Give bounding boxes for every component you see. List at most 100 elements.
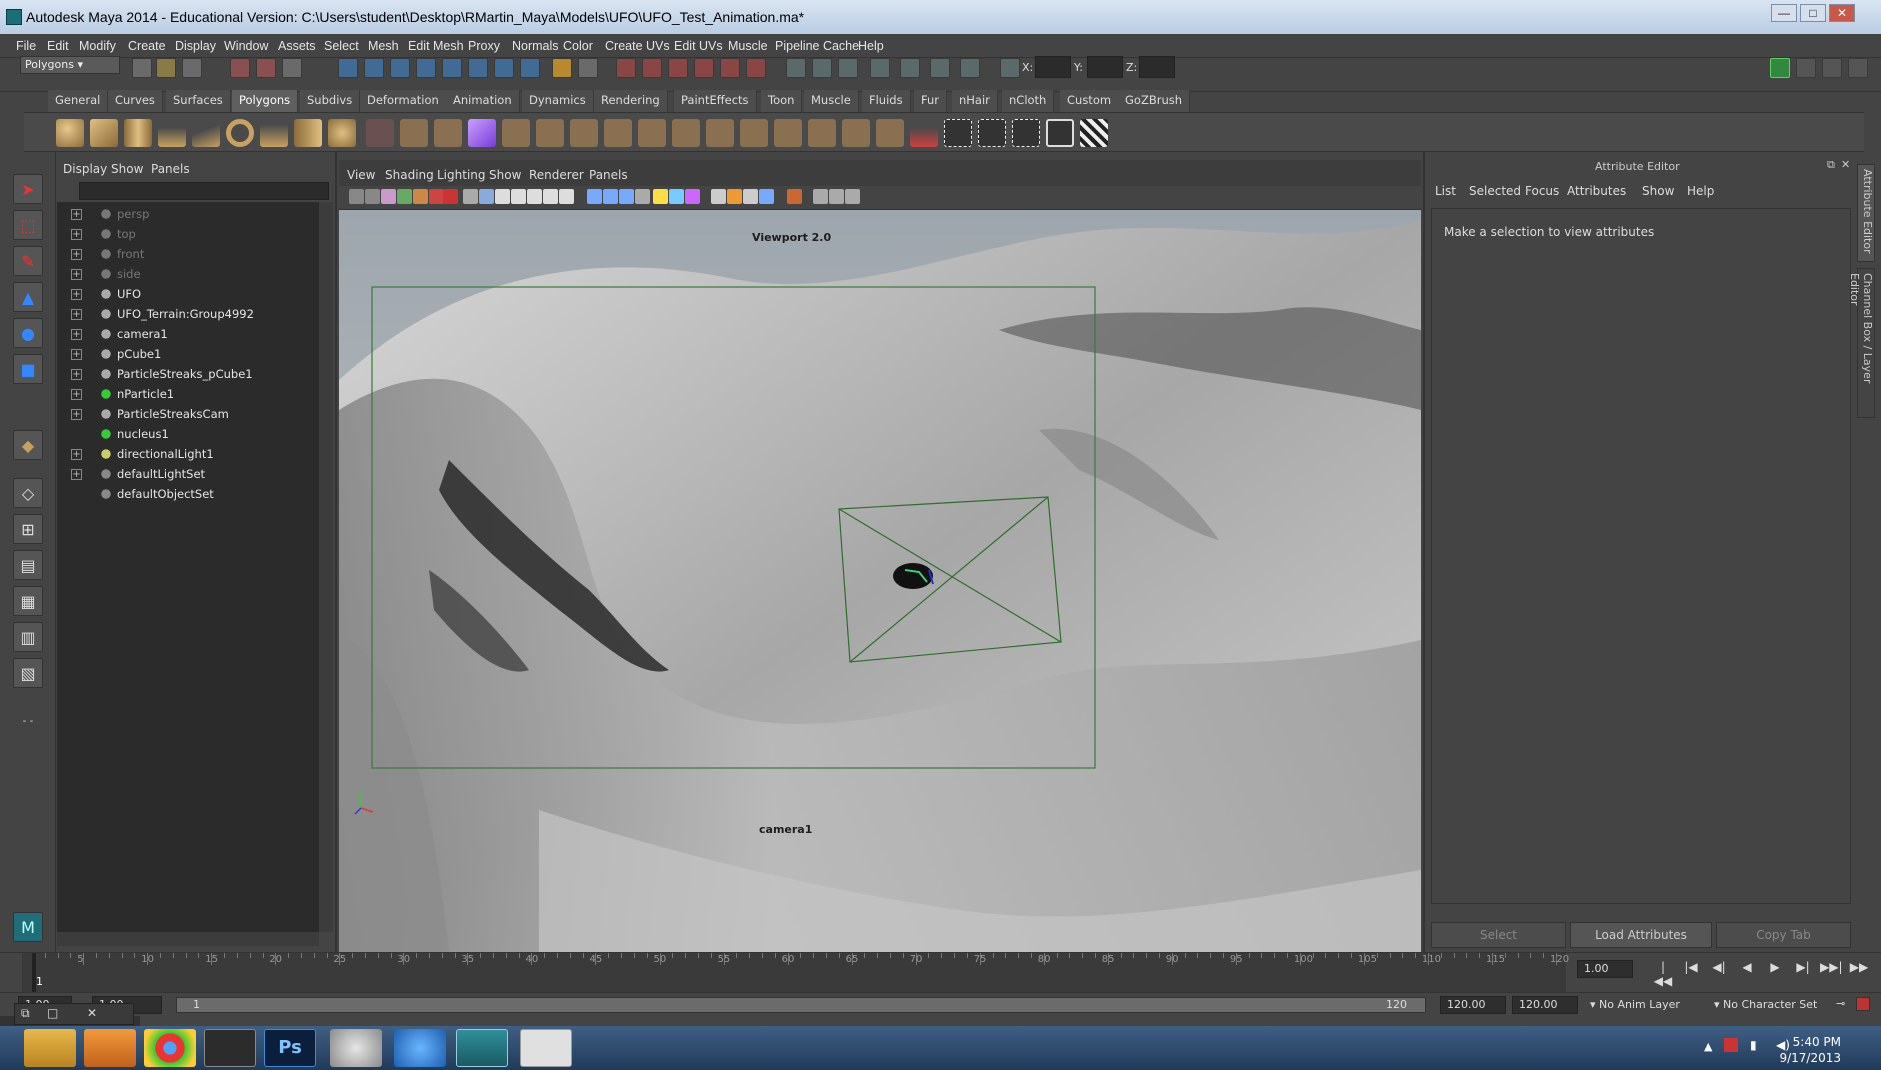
- expand-icon[interactable]: +: [71, 369, 82, 380]
- show-tool-settings-icon[interactable]: [1822, 58, 1842, 78]
- scale-tool-icon[interactable]: ■: [13, 354, 43, 384]
- menu-set-dropdown[interactable]: Polygons ▾: [20, 56, 120, 74]
- viewport-tool-icon[interactable]: [349, 189, 364, 204]
- outliner-item[interactable]: + pCube1: [57, 344, 319, 364]
- x-field[interactable]: [1035, 56, 1071, 78]
- tab-rendering[interactable]: Rendering: [594, 90, 668, 112]
- outliner-item[interactable]: + side: [57, 264, 319, 284]
- outliner-item[interactable]: defaultObjectSet: [57, 484, 319, 504]
- outliner-item[interactable]: + UFO: [57, 284, 319, 304]
- explorer-icon[interactable]: [24, 1029, 76, 1067]
- tab-general[interactable]: General: [48, 90, 109, 112]
- tab-fur[interactable]: Fur: [914, 90, 948, 112]
- time-slider-track[interactable]: 5 10 15 20 25 30 35 40 45 50 55 60 65 70 75 80 85 90 95 100…: [22, 953, 1569, 993]
- viewport-tool-icon[interactable]: [829, 189, 844, 204]
- expand-icon[interactable]: +: [71, 409, 82, 420]
- menu-window[interactable]: Window: [224, 39, 268, 53]
- snap-grid-icon[interactable]: [338, 58, 358, 78]
- sculpt-icon[interactable]: [910, 119, 938, 147]
- z-field[interactable]: [1139, 56, 1175, 78]
- outliner-item[interactable]: + camera1: [57, 324, 319, 344]
- poly-soccer-icon[interactable]: [328, 119, 356, 147]
- merge-icon[interactable]: [706, 119, 734, 147]
- select-component-icon[interactable]: [282, 58, 302, 78]
- viewport-tool-icon[interactable]: [511, 189, 526, 204]
- insert-loop-icon[interactable]: [672, 119, 700, 147]
- outliner-menu-show[interactable]: Show: [111, 162, 143, 176]
- snap-view-plane-icon[interactable]: [416, 58, 436, 78]
- viewport-tool-icon[interactable]: [813, 189, 828, 204]
- menu-select[interactable]: Select: [324, 39, 359, 53]
- attr-menu-show[interactable]: Show: [1642, 184, 1674, 198]
- outliner-item[interactable]: + top: [57, 224, 319, 244]
- outliner-hscrollbar[interactable]: [57, 932, 319, 946]
- hypershade-icon[interactable]: [694, 58, 714, 78]
- viewport-tool-icon[interactable]: [759, 189, 774, 204]
- system-clock[interactable]: 5:40 PM 9/17/2013: [1779, 1034, 1841, 1066]
- fill-hole-icon[interactable]: [808, 119, 836, 147]
- step-back-key-button[interactable]: ◀|: [1708, 960, 1730, 978]
- light-link-icon[interactable]: [900, 58, 920, 78]
- close-small-icon[interactable]: ✕: [87, 1006, 97, 1020]
- show-hidden-icons[interactable]: ▲: [1704, 1040, 1712, 1053]
- app-icon[interactable]: [204, 1029, 256, 1067]
- help-icon[interactable]: [520, 58, 540, 78]
- viewport-tool-icon[interactable]: [711, 189, 726, 204]
- new-scene-icon[interactable]: [132, 58, 152, 78]
- viewport-tool-icon[interactable]: [479, 189, 494, 204]
- current-frame-field[interactable]: 1.00: [1577, 960, 1633, 978]
- poly-pipe-icon[interactable]: [294, 119, 322, 147]
- menu-pipeline-cache[interactable]: Pipeline Cache: [775, 39, 859, 53]
- playback-end-field[interactable]: 120.00: [1440, 996, 1506, 1014]
- show-channel-box-icon[interactable]: [1848, 58, 1868, 78]
- range-slider[interactable]: 1 120: [176, 997, 1426, 1013]
- poly-torus-icon[interactable]: [226, 119, 254, 147]
- poly-cube-icon[interactable]: [90, 119, 118, 147]
- tab-curves[interactable]: Curves: [108, 90, 163, 112]
- viewport-tool-icon[interactable]: [727, 189, 742, 204]
- auto-key-icon[interactable]: ⊸: [1836, 997, 1845, 1010]
- tab-ncloth[interactable]: nCloth: [1002, 90, 1055, 112]
- anim-layer-dropdown[interactable]: ▾ No Anim Layer: [1590, 998, 1680, 1011]
- layout-more-icon[interactable]: - -: [13, 706, 43, 736]
- expand-icon[interactable]: +: [71, 329, 82, 340]
- outliner-item[interactable]: + persp: [57, 204, 319, 224]
- vp-menu-show[interactable]: Show: [489, 168, 521, 182]
- film-gate-icon[interactable]: [812, 58, 832, 78]
- minimize-small-icon[interactable]: □: [47, 1006, 58, 1020]
- restore-icon[interactable]: ⧉: [21, 1006, 30, 1021]
- viewport-tool-icon[interactable]: [619, 189, 634, 204]
- uv-spherical-icon[interactable]: [1012, 119, 1040, 147]
- tab-attribute-editor[interactable]: Attribute Editor: [1857, 164, 1875, 262]
- anim-end-field[interactable]: 120.00: [1512, 996, 1578, 1014]
- tab-polygons[interactable]: Polygons: [232, 90, 299, 112]
- y-field[interactable]: [1087, 56, 1123, 78]
- snap-curve-icon[interactable]: [364, 58, 384, 78]
- media-player-icon[interactable]: [84, 1029, 136, 1067]
- menu-edit-uvs[interactable]: Edit UVs: [674, 39, 723, 53]
- tab-painteffects[interactable]: PaintEffects: [674, 90, 757, 112]
- smooth-icon[interactable]: [434, 119, 462, 147]
- triangulate-icon[interactable]: [876, 119, 904, 147]
- menu-display[interactable]: Display: [175, 39, 216, 53]
- poly-cone-icon[interactable]: [158, 119, 186, 147]
- persp-outliner-layout-icon[interactable]: ▤: [13, 550, 43, 580]
- messenger-icon[interactable]: [394, 1029, 446, 1067]
- viewport-tool-icon[interactable]: [653, 189, 668, 204]
- four-pane-layout-icon[interactable]: ⊞: [13, 514, 43, 544]
- uv-planar-icon[interactable]: [944, 119, 972, 147]
- single-pane-layout-icon[interactable]: ◇: [13, 478, 43, 508]
- menu-create[interactable]: Create: [128, 39, 166, 53]
- save-scene-icon[interactable]: [182, 58, 202, 78]
- viewport-tool-icon[interactable]: [743, 189, 758, 204]
- extrude-icon[interactable]: [502, 119, 530, 147]
- tab-muscle[interactable]: Muscle: [804, 90, 859, 112]
- uv-auto-icon[interactable]: [1046, 119, 1074, 147]
- menu-file[interactable]: File: [16, 39, 36, 53]
- graph-layout-icon[interactable]: ▧: [13, 658, 43, 688]
- expand-icon[interactable]: +: [71, 349, 82, 360]
- attr-menu-help[interactable]: Help: [1687, 184, 1714, 198]
- vp-menu-renderer[interactable]: Renderer: [529, 168, 584, 182]
- menu-edit[interactable]: Edit: [47, 39, 69, 53]
- make-live-icon[interactable]: [442, 58, 462, 78]
